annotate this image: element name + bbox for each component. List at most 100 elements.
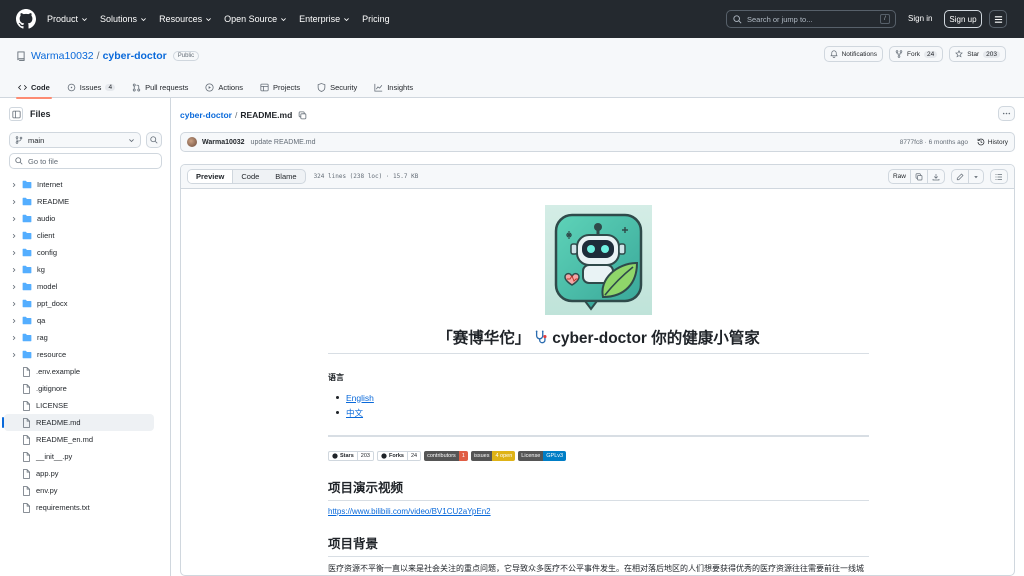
- badge[interactable]: issues 4 open: [470, 451, 516, 461]
- tree-file-item[interactable]: .gitignore: [4, 380, 154, 397]
- badge[interactable]: contributors 1: [424, 451, 468, 461]
- nav-enterprise[interactable]: Enterprise: [299, 14, 350, 24]
- tree-item-label: Internet: [37, 180, 63, 189]
- tree-folder-item[interactable]: client: [4, 227, 154, 244]
- folder-icon: [22, 180, 32, 189]
- tab-pull-requests[interactable]: Pull requests: [130, 76, 190, 98]
- badge[interactable]: License GPLv3: [518, 451, 567, 461]
- history-button[interactable]: History: [977, 138, 1008, 146]
- tree-folder-item[interactable]: Internet: [4, 176, 154, 193]
- tab-code[interactable]: Code: [16, 76, 52, 99]
- nav-resources[interactable]: Resources: [159, 14, 212, 24]
- commit-message[interactable]: update README.md: [251, 139, 316, 146]
- notifications-button[interactable]: Notifications: [823, 46, 883, 62]
- preview-tab[interactable]: Preview: [188, 170, 234, 183]
- tree-folder-item[interactable]: resource: [4, 346, 154, 363]
- tree-file-item[interactable]: README.md: [2, 414, 154, 431]
- nav-solutions[interactable]: Solutions: [100, 14, 147, 24]
- tree-item-label: .env.example: [36, 367, 81, 376]
- file-icon: [23, 383, 30, 394]
- breadcrumb-separator: /: [234, 110, 238, 120]
- english-link[interactable]: English: [346, 393, 374, 403]
- branch-selector[interactable]: main: [9, 132, 141, 148]
- tree-folder-item[interactable]: rag: [4, 329, 154, 346]
- nav-product[interactable]: Product: [47, 14, 88, 24]
- view-mode-switch: Preview Code Blame: [187, 169, 306, 184]
- blame-tab[interactable]: Blame: [267, 170, 304, 183]
- fork-icon: [895, 50, 903, 58]
- raw-button[interactable]: Raw: [889, 170, 911, 183]
- github-logo-icon[interactable]: [16, 9, 36, 29]
- star-button[interactable]: Star 203: [949, 46, 1006, 62]
- visibility-badge: Public: [172, 51, 200, 61]
- avatar[interactable]: [187, 137, 197, 147]
- sign-in-link[interactable]: Sign in: [908, 14, 932, 23]
- tab-issues-label: Issues: [79, 82, 102, 92]
- tab-issues[interactable]: Issues 4: [65, 76, 117, 98]
- commit-author[interactable]: Warma10032: [202, 139, 245, 146]
- search-placeholder: Search or jump to...: [747, 14, 813, 24]
- nav-open-source[interactable]: Open Source: [224, 14, 287, 24]
- tree-file-item[interactable]: README_en.md: [4, 431, 154, 448]
- commit-meta[interactable]: 8777fc8 · 6 months ago: [900, 139, 968, 146]
- list-unordered-icon: [995, 173, 1002, 180]
- fork-count: 24: [923, 50, 938, 58]
- star-icon: [955, 50, 964, 58]
- folder-icon: [22, 299, 32, 308]
- tree-folder-item[interactable]: README: [4, 193, 154, 210]
- edit-button[interactable]: [952, 170, 969, 183]
- folder-icon: [22, 350, 32, 359]
- chevron-right-icon: [12, 233, 16, 238]
- fork-button[interactable]: Fork 24: [888, 46, 944, 62]
- edit-dropdown-button[interactable]: [969, 170, 983, 183]
- nav-pricing[interactable]: Pricing: [362, 14, 390, 24]
- search-icon: [15, 157, 23, 165]
- copy-path-icon[interactable]: [298, 110, 307, 120]
- code-tab[interactable]: Code: [233, 170, 267, 183]
- star-label: Star: [967, 50, 980, 58]
- tree-item-label: __init__.py: [36, 452, 73, 461]
- chevron-right-icon: [12, 267, 16, 272]
- file-icon: [23, 485, 30, 496]
- download-button[interactable]: [928, 170, 944, 183]
- chinese-link[interactable]: 中文: [346, 407, 363, 419]
- tree-folder-item[interactable]: audio: [4, 210, 154, 227]
- tree-folder-item[interactable]: config: [4, 244, 154, 261]
- repo-title: Warma10032 / cyber-doctor Public: [16, 50, 200, 62]
- badge-value: 203: [356, 452, 373, 460]
- demo-video-link[interactable]: https://www.bilibili.com/video/BV1CU2aYp…: [328, 507, 491, 516]
- tree-file-item[interactable]: .env.example: [4, 363, 154, 380]
- collapse-sidebar-button[interactable]: [9, 107, 23, 121]
- tree-file-item[interactable]: env.py: [4, 482, 154, 499]
- sign-up-button[interactable]: Sign up: [944, 10, 982, 28]
- file-icon: [23, 451, 30, 462]
- search-files-button[interactable]: [146, 132, 162, 148]
- tree-folder-item[interactable]: qa: [4, 312, 154, 329]
- tree-file-item[interactable]: app.py: [4, 465, 154, 482]
- breadcrumb-repo-link[interactable]: cyber-doctor: [180, 110, 232, 120]
- outline-button[interactable]: [991, 170, 1007, 183]
- repo-owner-link[interactable]: Warma10032: [31, 50, 94, 62]
- badge[interactable]: Forks 24: [376, 451, 422, 461]
- copy-raw-button[interactable]: [911, 170, 928, 183]
- tab-security[interactable]: Security: [315, 76, 359, 98]
- tab-projects[interactable]: Projects: [258, 76, 302, 98]
- repo-name-link[interactable]: cyber-doctor: [103, 50, 167, 62]
- tree-folder-item[interactable]: model: [4, 278, 154, 295]
- tree-folder-item[interactable]: kg: [4, 261, 154, 278]
- tree-folder-item[interactable]: ppt_docx: [4, 295, 154, 312]
- tab-actions[interactable]: Actions: [203, 76, 245, 98]
- tree-file-item[interactable]: LICENSE: [4, 397, 154, 414]
- global-search-input[interactable]: Search or jump to... /: [726, 10, 896, 28]
- more-options-button[interactable]: [998, 106, 1015, 121]
- language-list: English 中文: [336, 390, 374, 420]
- tree-file-item[interactable]: __init__.py: [4, 448, 154, 465]
- main-menu: Product Solutions Resources Open Source …: [47, 0, 402, 38]
- badge[interactable]: Stars 203: [328, 451, 374, 461]
- folder-icon: [22, 248, 32, 257]
- tree-file-item[interactable]: requirements.txt: [4, 499, 154, 516]
- badge-label: issues: [470, 451, 493, 461]
- go-to-file-input[interactable]: Go to file: [9, 153, 162, 169]
- hamburger-menu-button[interactable]: [989, 10, 1007, 28]
- tab-insights[interactable]: Insights: [372, 76, 415, 98]
